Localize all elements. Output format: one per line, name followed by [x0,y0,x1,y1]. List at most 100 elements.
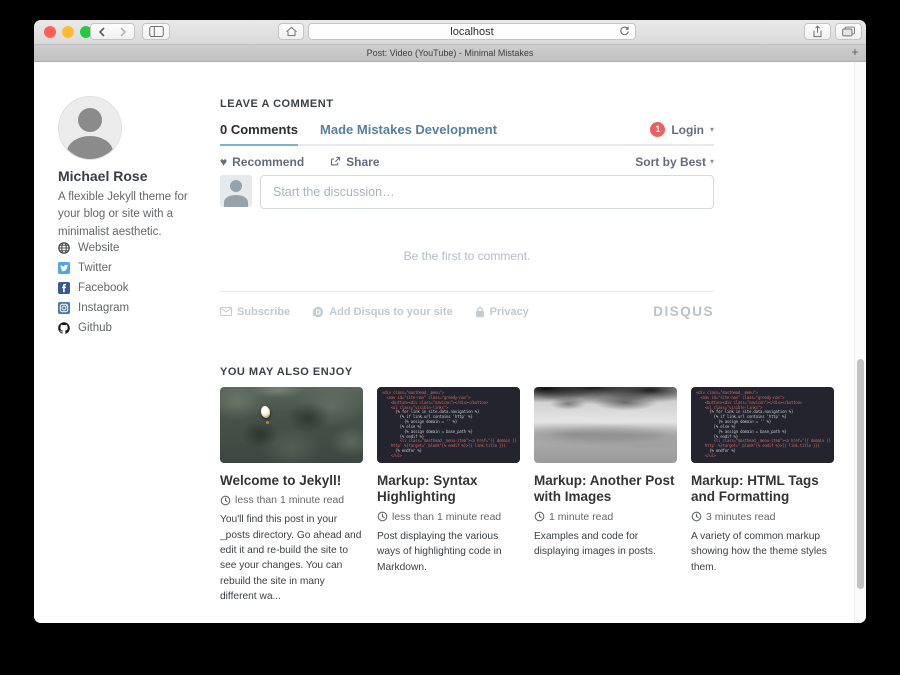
chevron-left-icon [98,27,106,37]
disqus-actions: ♥ Recommend Share Sort by Best ▾ [220,154,714,169]
lock-icon [475,306,485,318]
comment-input[interactable] [260,175,714,209]
disqus-header: 0 Comments Made Mistakes Development 1 L… [220,122,714,146]
close-window-button[interactable] [44,26,56,38]
sidebar-item-instagram[interactable]: Instagram [58,302,129,314]
subscribe-link[interactable]: Subscribe [220,306,290,318]
avatar-shoulders-shape [224,195,248,207]
subscribe-label: Subscribe [237,306,290,318]
link-label: Instagram [78,302,129,314]
divider [220,291,714,292]
author-bio: A flexible Jekyll theme for your blog or… [58,189,212,241]
recommend-label: Recommend [232,155,304,169]
sidebar-item-website[interactable]: Website [58,242,129,254]
twitter-icon [58,262,70,274]
orange-fleck-shape [266,421,269,424]
post-thumbnail-code[interactable]: <div class="masthead__menu"> <nav id="si… [377,387,520,463]
clock-icon [534,511,545,522]
post-title-link[interactable]: Markup: HTML Tags and Formatting [691,473,834,506]
sidebar-item-twitter[interactable]: Twitter [58,262,129,274]
water-droplet-shape [260,405,271,419]
scrollbar-track[interactable] [854,62,866,623]
link-label: Website [78,242,119,254]
new-tab-button[interactable]: + [848,45,862,60]
related-post-card: <div class="masthead__menu"> <nav id="si… [691,387,834,604]
post-excerpt: Examples and code for displaying images … [534,529,677,560]
read-time-label: less than 1 minute read [392,511,501,523]
heart-icon: ♥ [220,156,227,168]
notification-badge: 1 [650,122,665,137]
related-heading: YOU MAY ALSO ENJOY [220,366,836,378]
desktop: { "browser": { "url": "localhost", "tab_… [0,0,900,675]
author-avatar [58,96,122,160]
commenter-avatar [220,175,252,207]
facebook-icon [58,282,70,294]
avatar-head-shape [78,108,102,132]
svg-text:D: D [316,307,322,316]
caret-down-icon: ▾ [710,157,714,166]
home-button[interactable] [278,23,304,40]
comment-count-tab[interactable]: 0 Comments [220,122,298,137]
disqus-wordmark[interactable]: DISQUS [653,304,714,319]
page-content: Michael Rose A flexible Jekyll theme for… [34,62,866,623]
read-time: less than 1 minute read [377,511,520,523]
post-title-link[interactable]: Welcome to Jekyll! [220,473,363,489]
sidebar-item-facebook[interactable]: Facebook [58,282,129,294]
author-links: Website Twitter Facebook Instagram Githu… [58,242,129,342]
post-thumbnail-code[interactable]: <div class="masthead__menu"> <nav id="si… [691,387,834,463]
privacy-link[interactable]: Privacy [475,306,529,318]
active-tab[interactable]: Post: Video (YouTube) - Minimal Mistakes [34,45,866,61]
comments-section: LEAVE A COMMENT 0 Comments Made Mistakes… [220,98,714,319]
post-excerpt: You'll find this post in your _posts dir… [220,512,363,604]
clock-icon [691,511,702,522]
caret-down-icon: ▾ [710,125,714,134]
github-icon [58,322,70,334]
chevron-right-icon [119,27,127,37]
instagram-icon [58,302,70,314]
sort-menu[interactable]: Sort by Best ▾ [635,155,714,169]
read-time: 3 minutes read [691,511,834,523]
address-bar[interactable]: localhost [308,23,636,40]
share-arrow-icon [330,156,341,167]
comments-heading: LEAVE A COMMENT [220,98,714,110]
related-posts-section: YOU MAY ALSO ENJOY Welcome to Jekyll! le… [220,366,836,604]
login-menu[interactable]: 1 Login ▾ [650,122,714,137]
show-tabs-button[interactable] [835,23,862,40]
read-time: 1 minute read [534,511,677,523]
home-icon [285,26,298,37]
share-page-button[interactable] [804,23,831,40]
read-time-label: less than 1 minute read [235,494,344,506]
post-title-link[interactable]: Markup: Syntax Highlighting [377,473,520,506]
add-disqus-link[interactable]: D Add Disqus to your site [312,306,452,318]
read-time-label: 3 minutes read [706,511,775,523]
recommend-button[interactable]: ♥ Recommend [220,155,304,169]
forum-link[interactable]: Made Mistakes Development [320,122,497,137]
scrollbar-thumb[interactable] [857,359,864,589]
sidebar-item-github[interactable]: Github [58,322,129,334]
comment-compose [220,175,714,209]
envelope-icon [220,307,232,316]
clock-icon [377,511,388,522]
related-posts-grid: Welcome to Jekyll! less than 1 minute re… [220,387,836,604]
sidebar-icon [149,26,164,37]
back-button[interactable] [90,23,113,40]
globe-icon [58,242,70,254]
clock-icon [220,495,231,506]
post-title-link[interactable]: Markup: Another Post with Images [534,473,677,506]
sidebar-toggle-button[interactable] [142,23,170,40]
post-thumbnail-foggy-tree[interactable] [534,387,677,463]
tab-bar: Post: Video (YouTube) - Minimal Mistakes… [34,45,866,62]
post-thumbnail-green-macro[interactable] [220,387,363,463]
minimize-window-button[interactable] [62,26,74,38]
forward-button[interactable] [112,23,135,40]
tabs-overview-icon [842,26,855,37]
share-thread-button[interactable]: Share [330,155,379,169]
refresh-button[interactable] [619,26,630,37]
author-name: Michael Rose [58,168,147,184]
browser-toolbar: localhost [34,20,866,45]
avatar-shoulders-shape [67,136,113,160]
sort-label: Sort by Best [635,155,706,169]
add-disqus-label: Add Disqus to your site [329,306,452,318]
no-comments-message: Be the first to comment. [220,249,714,261]
privacy-label: Privacy [490,306,529,318]
